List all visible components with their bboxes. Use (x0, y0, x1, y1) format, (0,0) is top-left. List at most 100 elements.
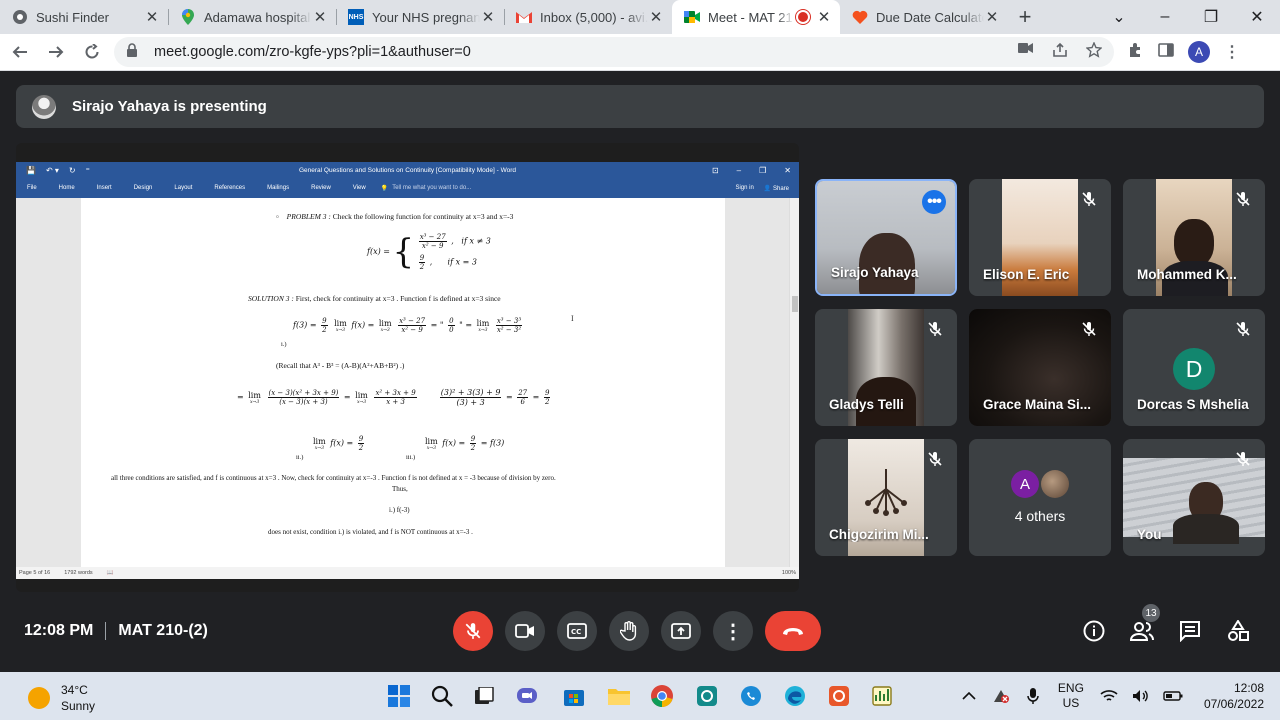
close-tab-icon[interactable]: ✕ (312, 8, 328, 26)
participant-tile-chigozirim[interactable]: Chigozirim Mi... (815, 439, 957, 556)
leave-call-button[interactable] (765, 611, 821, 651)
ribbon-tab-review[interactable]: Review (311, 185, 331, 191)
proofing-icon[interactable]: 📖 (107, 570, 114, 576)
search-button[interactable] (428, 682, 456, 710)
more-options-button[interactable]: ••• (922, 190, 946, 214)
share-button[interactable]: 👤 Share (764, 185, 789, 192)
edge-button[interactable] (781, 682, 809, 710)
vertical-scrollbar[interactable] (789, 198, 799, 567)
bookmark-star-icon[interactable] (1085, 41, 1103, 62)
close-tab-icon[interactable]: ✕ (816, 8, 832, 26)
security-status-icon[interactable] (990, 688, 1012, 704)
activities-button[interactable] (1226, 619, 1250, 643)
new-tab-button[interactable]: + (1008, 0, 1042, 34)
close-tab-icon[interactable]: ✕ (984, 8, 1000, 26)
system-clock[interactable]: 12:08 07/06/2022 (1204, 680, 1264, 712)
close-tab-icon[interactable]: ✕ (648, 8, 664, 26)
close-tab-icon[interactable]: ✕ (144, 8, 160, 26)
microphone-icon[interactable] (1022, 687, 1044, 705)
meet-controls-bar: 12:08 PM MAT 210-(2) CC ⋮ 13 (0, 592, 1280, 672)
undo-icon[interactable]: ↶ ▾ (46, 166, 59, 175)
reload-button[interactable] (76, 36, 108, 68)
ribbon-tab-home[interactable]: Home (59, 185, 75, 191)
teams-chat-button[interactable] (513, 682, 541, 710)
customize-qat-icon[interactable]: ⁼ (86, 166, 90, 175)
zoom-level[interactable]: 100% (782, 570, 796, 576)
side-panel-icon[interactable] (1158, 42, 1174, 63)
back-button[interactable] (4, 36, 36, 68)
participant-name: Chigozirim Mi... (829, 527, 929, 542)
sign-in-link[interactable]: Sign in (735, 185, 753, 192)
present-screen-button[interactable] (661, 611, 701, 651)
more-options-button[interactable]: ⋮ (713, 611, 753, 651)
chart-app-button[interactable] (868, 682, 896, 710)
language-indicator[interactable]: ENG US (1058, 681, 1084, 711)
page-count[interactable]: Page 5 of 16 (19, 570, 50, 576)
ribbon-tab-insert[interactable]: Insert (97, 185, 112, 191)
share-page-icon[interactable] (1052, 42, 1068, 62)
chrome-menu-icon[interactable]: ⋮ (1224, 42, 1240, 62)
file-explorer-button[interactable] (605, 682, 633, 710)
tab-search-icon[interactable]: ⌄ (1096, 0, 1142, 34)
participant-tile-mohammed-k[interactable]: Mohammed K... (1123, 179, 1265, 296)
word-count[interactable]: 1792 words (64, 570, 92, 576)
ribbon-tab-layout[interactable]: Layout (174, 185, 192, 191)
word-document-area[interactable]: ▫ PROBLEM 3 : Check the following functio… (16, 198, 799, 567)
tab-gmail-inbox[interactable]: Inbox (5,000) - avi.a ✕ (504, 0, 672, 34)
redo-icon[interactable]: ↻ (69, 166, 76, 175)
participant-tile-grace-maina[interactable]: Grace Maina Si... (969, 309, 1111, 426)
address-bar[interactable]: meet.google.com/zro-kgfe-yps?pli=1&authu… (114, 37, 1114, 67)
forward-button[interactable] (40, 36, 72, 68)
camera-toggle-button[interactable] (505, 611, 545, 651)
whatsapp-button[interactable] (737, 682, 765, 710)
minimize-button[interactable]: – (1142, 0, 1188, 34)
tell-me-input[interactable]: Tell me what you want to do... (392, 185, 471, 191)
extensions-icon[interactable] (1128, 42, 1144, 63)
participant-tile-others[interactable]: A 4 others (969, 439, 1111, 556)
participant-tile-elison-eric[interactable]: Elison E. Eric (969, 179, 1111, 296)
office-app-button[interactable] (825, 682, 853, 710)
participant-tile-dorcas-mshelia[interactable]: D Dorcas S Mshelia (1123, 309, 1265, 426)
tab-nhs-pregnancy[interactable]: NHS Your NHS pregnancy ✕ (336, 0, 504, 34)
raise-hand-button[interactable] (609, 611, 649, 651)
participant-tile-you[interactable]: You (1123, 439, 1265, 556)
ribbon-tab-design[interactable]: Design (134, 185, 153, 191)
meeting-details-button[interactable] (1082, 619, 1106, 643)
lock-icon[interactable] (126, 43, 142, 61)
participant-tile-gladys-telli[interactable]: Gladys Telli (815, 309, 957, 426)
ribbon-tab-references[interactable]: References (214, 185, 245, 191)
volume-icon[interactable] (1130, 689, 1152, 703)
ribbon-display-icon[interactable]: ⊡ (712, 166, 719, 175)
scroll-thumb[interactable] (792, 296, 798, 312)
wifi-icon[interactable] (1098, 689, 1120, 703)
tab-sushi-finder[interactable]: Sushi Finder ✕ (0, 0, 168, 34)
tab-adamawa-hospital[interactable]: Adamawa hospital ✕ (168, 0, 336, 34)
store-button[interactable] (560, 682, 588, 710)
weather-widget[interactable]: 34°C Sunny (28, 682, 95, 714)
captions-button[interactable]: CC (557, 611, 597, 651)
task-view-button[interactable] (470, 682, 498, 710)
tab-due-date-calculator[interactable]: Due Date Calculator ✕ (840, 0, 1008, 34)
chrome-taskbar-button[interactable] (648, 682, 676, 710)
close-tab-icon[interactable]: ✕ (480, 8, 496, 26)
word-close-button[interactable]: ✕ (784, 166, 791, 175)
chevron-up-icon[interactable] (958, 692, 980, 700)
people-button[interactable]: 13 (1130, 604, 1160, 643)
save-icon[interactable]: 💾 (26, 166, 36, 175)
ribbon-tab-file[interactable]: File (27, 185, 37, 191)
battery-icon[interactable] (1162, 691, 1184, 701)
profile-avatar[interactable]: A (1188, 41, 1210, 63)
start-button[interactable] (385, 682, 413, 710)
participant-tile-sirajo-yahaya[interactable]: ••• Sirajo Yahaya (815, 179, 957, 296)
chat-button[interactable] (1178, 619, 1202, 643)
app-taskbar-button[interactable] (693, 682, 721, 710)
ribbon-tab-view[interactable]: View (353, 185, 366, 191)
restore-button[interactable]: ❐ (1188, 0, 1234, 34)
word-restore-button[interactable]: ❐ (759, 166, 766, 175)
word-minimize-button[interactable]: – (737, 166, 741, 175)
close-window-button[interactable]: ✕ (1234, 0, 1280, 34)
camera-in-use-icon[interactable] (1018, 42, 1034, 62)
mic-toggle-button[interactable] (453, 611, 493, 651)
tab-meet[interactable]: Meet - MAT 21 ✕ (672, 0, 840, 34)
ribbon-tab-mailings[interactable]: Mailings (267, 185, 289, 191)
